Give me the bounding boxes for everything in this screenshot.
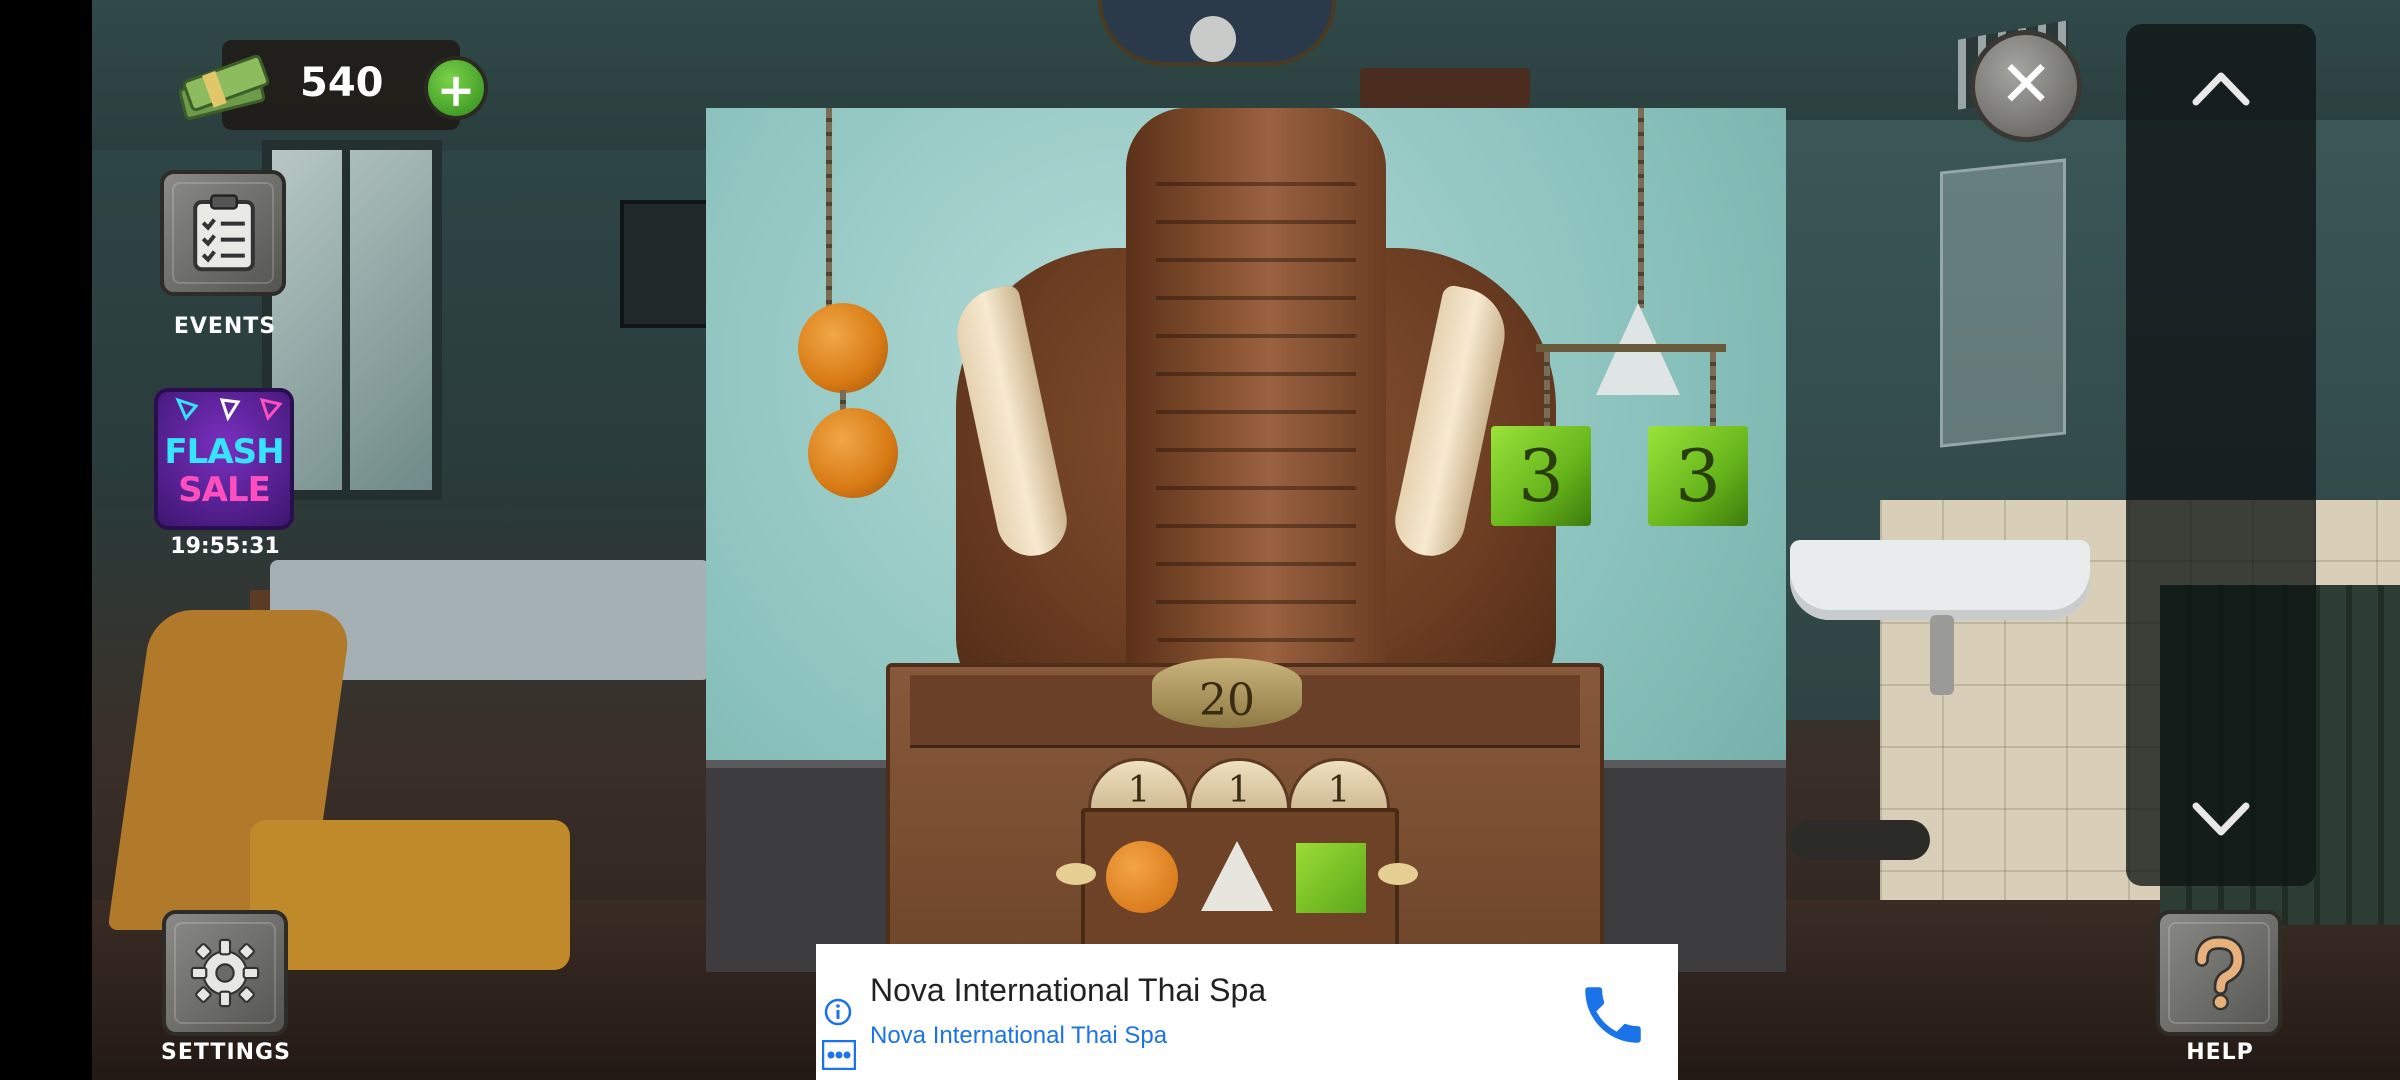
flash-sale-timer: 19:55:31	[170, 534, 280, 559]
room-dumbbell	[1790, 820, 1930, 860]
room-wall-frame	[1940, 158, 2066, 448]
flash-sale-button[interactable]: FLASH SALE	[154, 388, 294, 530]
room-chair-seat	[250, 820, 570, 970]
orange-ball-top[interactable]	[798, 303, 888, 393]
money-value: 540	[300, 60, 384, 106]
info-icon[interactable]	[824, 998, 852, 1026]
green-cube-left-number: 3	[1518, 434, 1564, 518]
gear-icon	[190, 938, 260, 1008]
close-icon: ✕	[1999, 48, 2053, 122]
question-mark-icon	[2194, 935, 2245, 1011]
drawer-knob-left	[1056, 863, 1096, 885]
phone-icon[interactable]	[1576, 978, 1650, 1052]
add-money-button[interactable]: +	[424, 56, 488, 120]
events-button[interactable]	[160, 170, 286, 296]
ad-banner[interactable]: Nova International Thai Spa Nova Interna…	[816, 944, 1678, 1080]
game-screen: 20 1 1 1 3 3 540 + EVENTS FLASH SALE 19:…	[0, 0, 2400, 1080]
green-cube-right[interactable]: 3	[1648, 426, 1748, 526]
number-slot-3-value: 1	[1327, 769, 1351, 811]
cube-chain-left	[1544, 352, 1550, 426]
ad-subtitle[interactable]: Nova International Thai Spa	[870, 1022, 1167, 1050]
drawer-knob-right	[1378, 863, 1418, 885]
right-chain	[1638, 108, 1644, 308]
ad-options-icon[interactable]	[822, 1040, 856, 1070]
symbol-triangle	[1201, 841, 1273, 911]
balance-bar	[1536, 344, 1726, 352]
symbol-square	[1296, 843, 1366, 913]
elephant-trunk	[1156, 148, 1356, 668]
green-cube-right-number: 3	[1675, 434, 1721, 518]
symbol-circle	[1106, 841, 1178, 913]
cube-chain-right	[1710, 352, 1716, 426]
letterbox-left	[0, 0, 92, 1080]
flash-sale-text-line2: SALE	[178, 470, 271, 510]
money-stack-icon	[178, 54, 270, 120]
inventory-scroll-panel[interactable]	[2126, 24, 2316, 886]
help-label: HELP	[2186, 1040, 2254, 1065]
elephant-ring-number: 20	[1199, 675, 1255, 726]
chevron-down-icon[interactable]	[2186, 784, 2256, 854]
number-slot-1-value: 1	[1127, 769, 1151, 811]
room-sink	[1790, 540, 2090, 620]
number-slot-2-value: 1	[1227, 769, 1251, 811]
puzzle-panel[interactable]: 20 1 1 1 3 3	[706, 108, 1786, 972]
left-chain	[826, 108, 832, 308]
close-button[interactable]: ✕	[1970, 30, 2082, 142]
clipboard-checklist-icon	[193, 194, 255, 272]
ad-title[interactable]: Nova International Thai Spa	[870, 972, 1266, 1009]
elephant-ring: 20	[1152, 658, 1302, 728]
green-cube-left[interactable]: 3	[1491, 426, 1591, 526]
help-button[interactable]	[2156, 910, 2282, 1036]
flash-sale-text-line1: FLASH	[164, 432, 284, 472]
ceiling-lamp-bulb	[1190, 16, 1236, 62]
room-sink-pipe	[1930, 615, 1954, 695]
settings-button[interactable]	[162, 910, 288, 1036]
events-label: EVENTS	[173, 314, 277, 339]
settings-label: SETTINGS	[161, 1040, 291, 1065]
flash-sale-decoration-icon	[175, 397, 283, 422]
room-vent	[1360, 68, 1530, 108]
orange-ball-bottom[interactable]	[808, 408, 898, 498]
chevron-up-icon[interactable]	[2186, 54, 2256, 124]
